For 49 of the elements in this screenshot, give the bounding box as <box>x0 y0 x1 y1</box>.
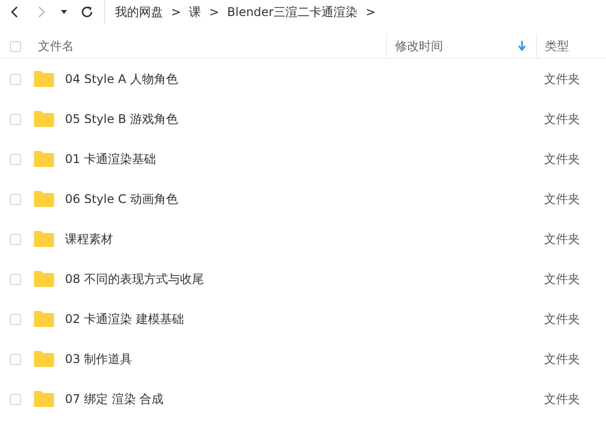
breadcrumb-link[interactable]: 我的网盘 <box>115 4 163 20</box>
file-type: 文件夹 <box>543 150 581 168</box>
file-type: 文件夹 <box>543 270 581 288</box>
row-checkbox[interactable] <box>10 394 21 404</box>
breadcrumb-link[interactable]: 课 <box>189 4 202 20</box>
file-name[interactable]: 05 Style B 游戏角色 <box>65 110 178 128</box>
folder-icon <box>34 231 54 247</box>
file-name[interactable]: 06 Style C 动画角色 <box>65 190 178 208</box>
file-type: 文件夹 <box>543 390 581 408</box>
row-checkbox[interactable] <box>10 154 21 164</box>
folder-icon <box>34 71 54 87</box>
file-type: 文件夹 <box>543 70 581 88</box>
file-name[interactable]: 01 卡通渲染基础 <box>65 150 156 168</box>
row-checkbox[interactable] <box>10 274 21 284</box>
caret-icon <box>60 8 68 16</box>
select-all-checkbox[interactable] <box>10 40 21 52</box>
row-checkbox[interactable] <box>10 194 21 204</box>
file-name[interactable]: 02 卡通渲染 建模基础 <box>65 310 184 328</box>
column-header[interactable]: 修改时间 <box>386 34 536 58</box>
row-checkbox[interactable] <box>10 354 21 364</box>
refresh-icon <box>80 5 94 19</box>
folder-icon <box>34 311 54 327</box>
sort-arrow-icon[interactable] <box>518 41 526 51</box>
breadcrumb-separator: > <box>209 5 220 19</box>
column-header[interactable]: 文件名 <box>30 34 386 58</box>
breadcrumb-link[interactable]: Blender三渲二卡通渲染 <box>227 4 358 20</box>
file-type: 文件夹 <box>543 310 581 328</box>
column-header[interactable]: 类型 <box>536 34 606 58</box>
file-type: 文件夹 <box>543 110 581 128</box>
file-name[interactable]: 08 不同的表现方式与收尾 <box>65 270 204 288</box>
row-checkbox[interactable] <box>10 314 21 324</box>
folder-icon <box>34 391 54 407</box>
folder-icon <box>34 191 54 207</box>
file-type: 文件夹 <box>543 230 581 248</box>
folder-icon <box>34 111 54 127</box>
file-name[interactable]: 03 制作道具 <box>65 350 132 368</box>
folder-icon <box>34 271 54 287</box>
file-name[interactable]: 04 Style A 人物角色 <box>65 70 178 88</box>
row-checkbox[interactable] <box>10 234 21 244</box>
file-name[interactable]: 07 绑定 渲染 合成 <box>65 390 164 408</box>
file-type: 文件夹 <box>543 190 581 208</box>
folder-icon <box>34 351 54 367</box>
row-checkbox[interactable] <box>10 114 21 124</box>
breadcrumb-separator: > <box>366 5 376 19</box>
breadcrumb-separator: > <box>171 5 182 19</box>
file-name[interactable]: 课程素材 <box>65 230 113 248</box>
row-checkbox[interactable] <box>10 74 21 84</box>
folder-icon <box>34 151 54 167</box>
file-type: 文件夹 <box>543 350 581 368</box>
